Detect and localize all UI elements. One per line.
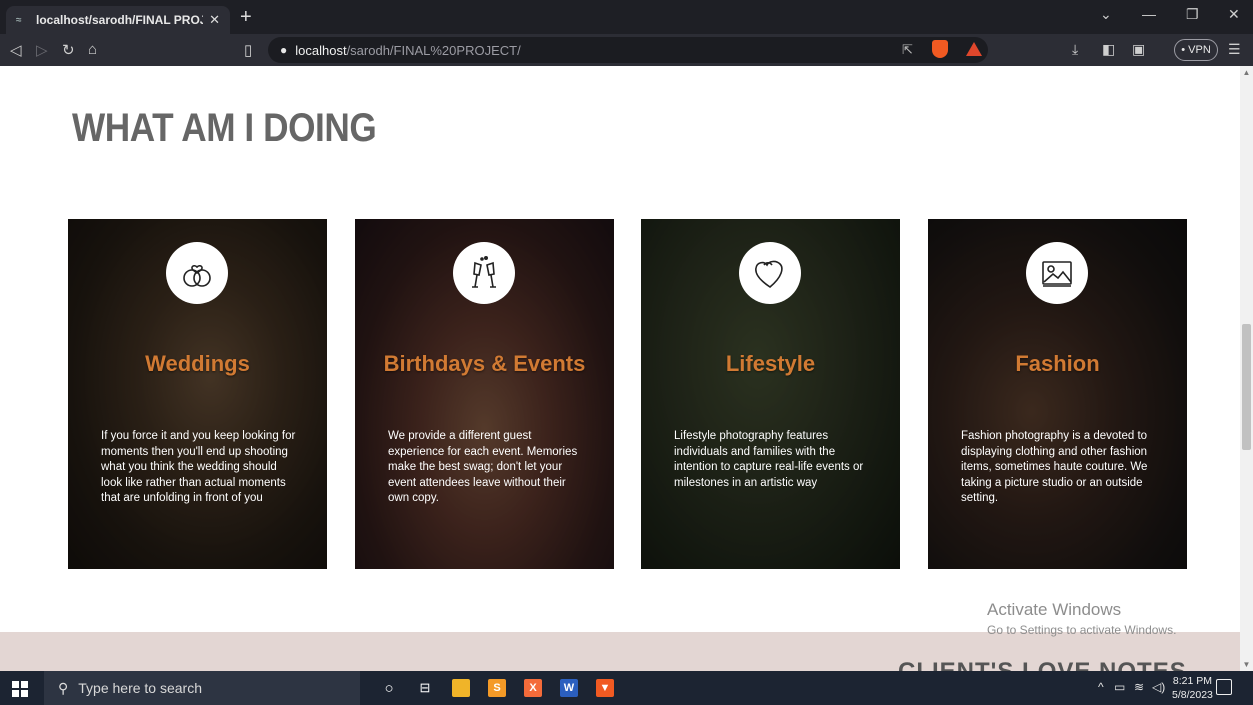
page-viewport: WHAT AM I DOING Weddings If you force it… xyxy=(0,66,1240,671)
next-section-title: CLIENT'S LOVE NOTES xyxy=(898,658,1187,671)
brave-rewards-icon[interactable] xyxy=(966,42,982,56)
tab-close-icon[interactable]: ✕ xyxy=(209,12,220,28)
network-icon[interactable]: ▭ xyxy=(1114,680,1125,694)
share-icon[interactable]: ⇱ xyxy=(902,42,913,58)
activate-windows-title: Activate Windows xyxy=(987,600,1122,619)
scrollbar-thumb[interactable] xyxy=(1242,324,1251,450)
tab-title: localhost/sarodh/FINAL PROJECT xyxy=(36,13,203,27)
browser-tab[interactable]: ≈ localhost/sarodh/FINAL PROJECT ✕ xyxy=(6,6,230,34)
card-description: Lifestyle photography features individua… xyxy=(674,430,864,489)
download-icon[interactable]: ⤓ xyxy=(1072,41,1078,58)
brave-shields-icon[interactable] xyxy=(932,40,948,58)
service-card-birthdays-events[interactable]: Birthdays & Events We provide a differen… xyxy=(355,219,614,569)
sidebar-icon[interactable]: ◧ xyxy=(1102,41,1115,58)
tab-list-chevron-icon[interactable]: ⌄ xyxy=(1100,6,1112,23)
maximize-button[interactable]: ❐ xyxy=(1186,6,1199,23)
home-icon[interactable]: ⌂ xyxy=(88,41,97,58)
scroll-down-arrow-icon[interactable]: ▼ xyxy=(1240,660,1253,669)
brave-browser-icon[interactable]: ▼ xyxy=(596,679,614,697)
card-description: We provide a different guest experience … xyxy=(388,430,578,504)
task-view-icon[interactable]: ⊟ xyxy=(416,679,434,697)
page-scrollbar[interactable]: ▲ ▼ xyxy=(1240,66,1253,671)
taskbar-search-placeholder: Type here to search xyxy=(78,680,203,696)
back-icon[interactable]: ◁ xyxy=(10,41,22,59)
word-icon[interactable]: W xyxy=(560,679,578,697)
clock-date: 5/8/2023 xyxy=(1172,689,1213,701)
url-path: /sarodh/FINAL%20PROJECT/ xyxy=(346,42,521,58)
wifi-icon[interactable]: ≋ xyxy=(1134,680,1144,694)
sublime-text-icon[interactable]: S xyxy=(488,679,506,697)
card-description: Fashion photography is a devoted to disp… xyxy=(961,430,1148,504)
cortana-icon[interactable]: ○ xyxy=(380,679,398,697)
card-title: Birthdays & Events xyxy=(383,351,586,376)
file-explorer-icon[interactable] xyxy=(452,679,470,697)
tab-favicon-icon: ≈ xyxy=(16,14,22,26)
service-card-lifestyle[interactable]: Lifestyle Lifestyle photography features… xyxy=(641,219,900,569)
volume-icon[interactable]: ◁) xyxy=(1152,680,1165,694)
card-title: Lifestyle xyxy=(725,351,816,376)
menu-icon[interactable]: ☰ xyxy=(1228,41,1241,58)
minimize-button[interactable]: — xyxy=(1142,6,1156,22)
xampp-icon[interactable]: X xyxy=(524,679,542,697)
heart-icon xyxy=(739,242,801,304)
bookmark-icon[interactable]: ▯ xyxy=(244,41,252,59)
notifications-icon[interactable] xyxy=(1216,679,1232,695)
site-info-icon[interactable]: ● xyxy=(280,43,287,57)
card-title: Fashion xyxy=(1015,351,1100,376)
wallet-icon[interactable]: ▣ xyxy=(1132,41,1145,58)
browser-toolbar: ◁ ▷ ↻ ⌂ ▯ ● localhost /sarodh/FINAL%20PR… xyxy=(0,34,1253,66)
search-icon: ⚲ xyxy=(58,679,69,696)
browser-tab-bar: ≈ localhost/sarodh/FINAL PROJECT ✕ + ⌄ —… xyxy=(0,0,1253,34)
taskbar-search-box[interactable]: ⚲ Type here to search xyxy=(44,671,360,705)
section-title: WHAT AM I DOING xyxy=(72,106,377,150)
card-title: Weddings xyxy=(145,351,250,376)
url-host: localhost xyxy=(295,42,347,58)
close-window-button[interactable]: ✕ xyxy=(1228,6,1240,23)
activate-windows-watermark: Activate Windows Go to Settings to activ… xyxy=(987,600,1176,637)
clock-time: 8:21 PM xyxy=(1172,675,1212,687)
scroll-up-arrow-icon[interactable]: ▲ xyxy=(1240,68,1253,77)
forward-icon[interactable]: ▷ xyxy=(36,41,48,59)
picture-icon xyxy=(1026,242,1088,304)
windows-taskbar: ⚲ Type here to search ○ ⊟ S X W ▼ ^ ▭ ≋ … xyxy=(0,671,1253,705)
activate-windows-subtitle: Go to Settings to activate Windows. xyxy=(987,623,1177,637)
windows-start-icon[interactable] xyxy=(12,681,28,697)
service-card-weddings[interactable]: Weddings If you force it and you keep lo… xyxy=(68,219,327,569)
champagne-glasses-icon xyxy=(453,242,515,304)
address-bar[interactable]: ● localhost /sarodh/FINAL%20PROJECT/ xyxy=(268,37,988,63)
service-card-fashion[interactable]: Fashion Fashion photography is a devoted… xyxy=(928,219,1187,569)
taskbar-clock[interactable]: 8:21 PM 5/8/2023 xyxy=(1172,674,1213,702)
card-description: If you force it and you keep looking for… xyxy=(101,430,296,504)
vpn-button[interactable]: • VPN xyxy=(1174,39,1218,61)
new-tab-button[interactable]: + xyxy=(240,4,252,30)
tray-chevron-icon[interactable]: ^ xyxy=(1098,680,1104,694)
rings-icon xyxy=(166,242,228,304)
reload-icon[interactable]: ↻ xyxy=(62,41,75,59)
